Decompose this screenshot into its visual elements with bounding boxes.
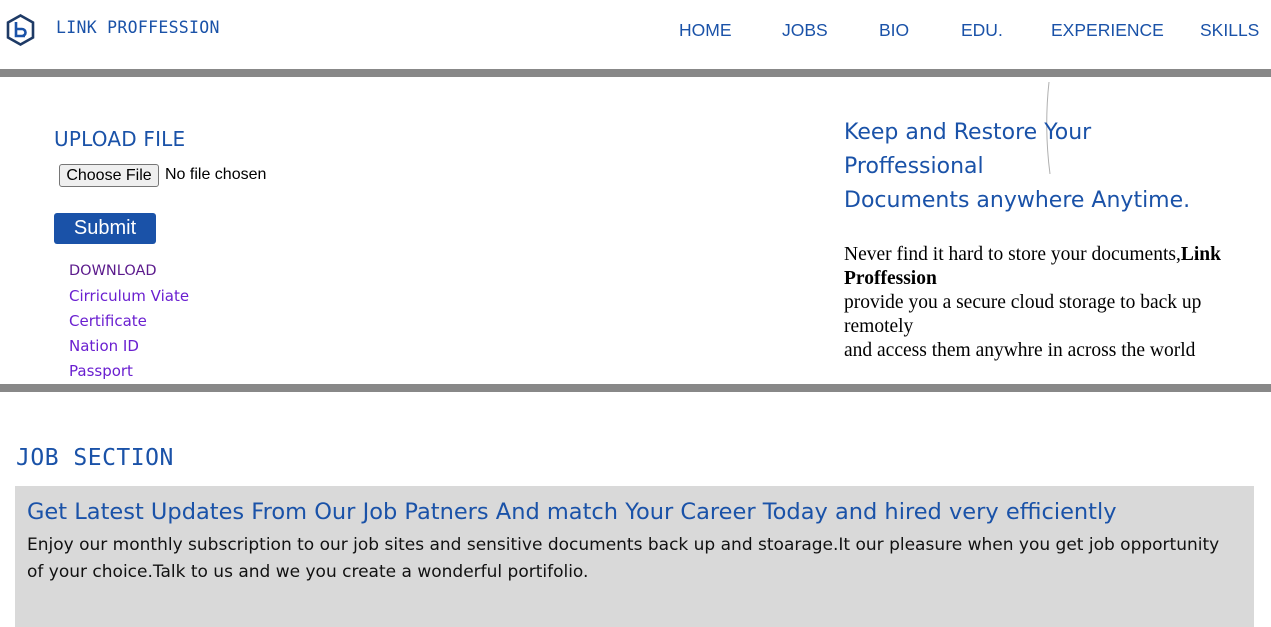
brand-name[interactable]: LINK PROFFESSION — [56, 18, 220, 37]
job-section-title: JOB SECTION — [16, 445, 174, 471]
upload-title: UPLOAD FILE — [54, 127, 186, 151]
promo-heading-line: Documents anywhere Anytime. — [844, 188, 1191, 213]
choose-file-button[interactable]: Choose File — [59, 164, 159, 187]
nav-jobs[interactable]: JOBS — [782, 20, 828, 41]
download-link-cv[interactable]: Cirriculum Viate — [69, 287, 189, 305]
promo-body-text: and access them anywhre in across the wo… — [844, 340, 1196, 361]
download-link-certificate[interactable]: Certificate — [69, 312, 147, 330]
middle-divider — [0, 384, 1271, 392]
nav-home[interactable]: HOME — [679, 20, 732, 41]
nav-experience[interactable]: EXPERIENCE — [1051, 20, 1164, 41]
brand-logo-icon[interactable] — [6, 14, 35, 46]
top-divider — [0, 69, 1271, 77]
promo-heading-line: Proffessional — [844, 154, 984, 179]
top-header: LINK PROFFESSION HOME JOBS BIO EDU. EXPE… — [0, 0, 1271, 69]
promo-body-text: provide you a secure cloud storage to ba… — [844, 292, 1202, 337]
job-description: Enjoy our monthly subscription to our jo… — [27, 535, 1220, 582]
promo-heading-line: Keep and Restore Your — [844, 120, 1092, 145]
promo-heading: Keep and Restore Your Proffessional Docu… — [844, 116, 1244, 218]
job-heading: Get Latest Updates From Our Job Patners … — [27, 499, 1117, 525]
download-link-passport[interactable]: Passport — [69, 362, 133, 380]
promo-body: Never find it hard to store your documen… — [844, 243, 1254, 363]
download-title: DOWNLOAD — [69, 263, 157, 279]
nav-edu[interactable]: EDU. — [961, 20, 1003, 41]
submit-button[interactable]: Submit — [54, 213, 156, 244]
download-link-national-id[interactable]: Nation ID — [69, 337, 139, 355]
job-section-box: Get Latest Updates From Our Job Patners … — [15, 486, 1254, 627]
promo-body-text: Never find it hard to store your documen… — [844, 244, 1181, 265]
nav-skills[interactable]: SKILLS — [1200, 20, 1259, 41]
file-status-text: No file chosen — [165, 166, 267, 183]
nav-bio[interactable]: BIO — [879, 20, 909, 41]
